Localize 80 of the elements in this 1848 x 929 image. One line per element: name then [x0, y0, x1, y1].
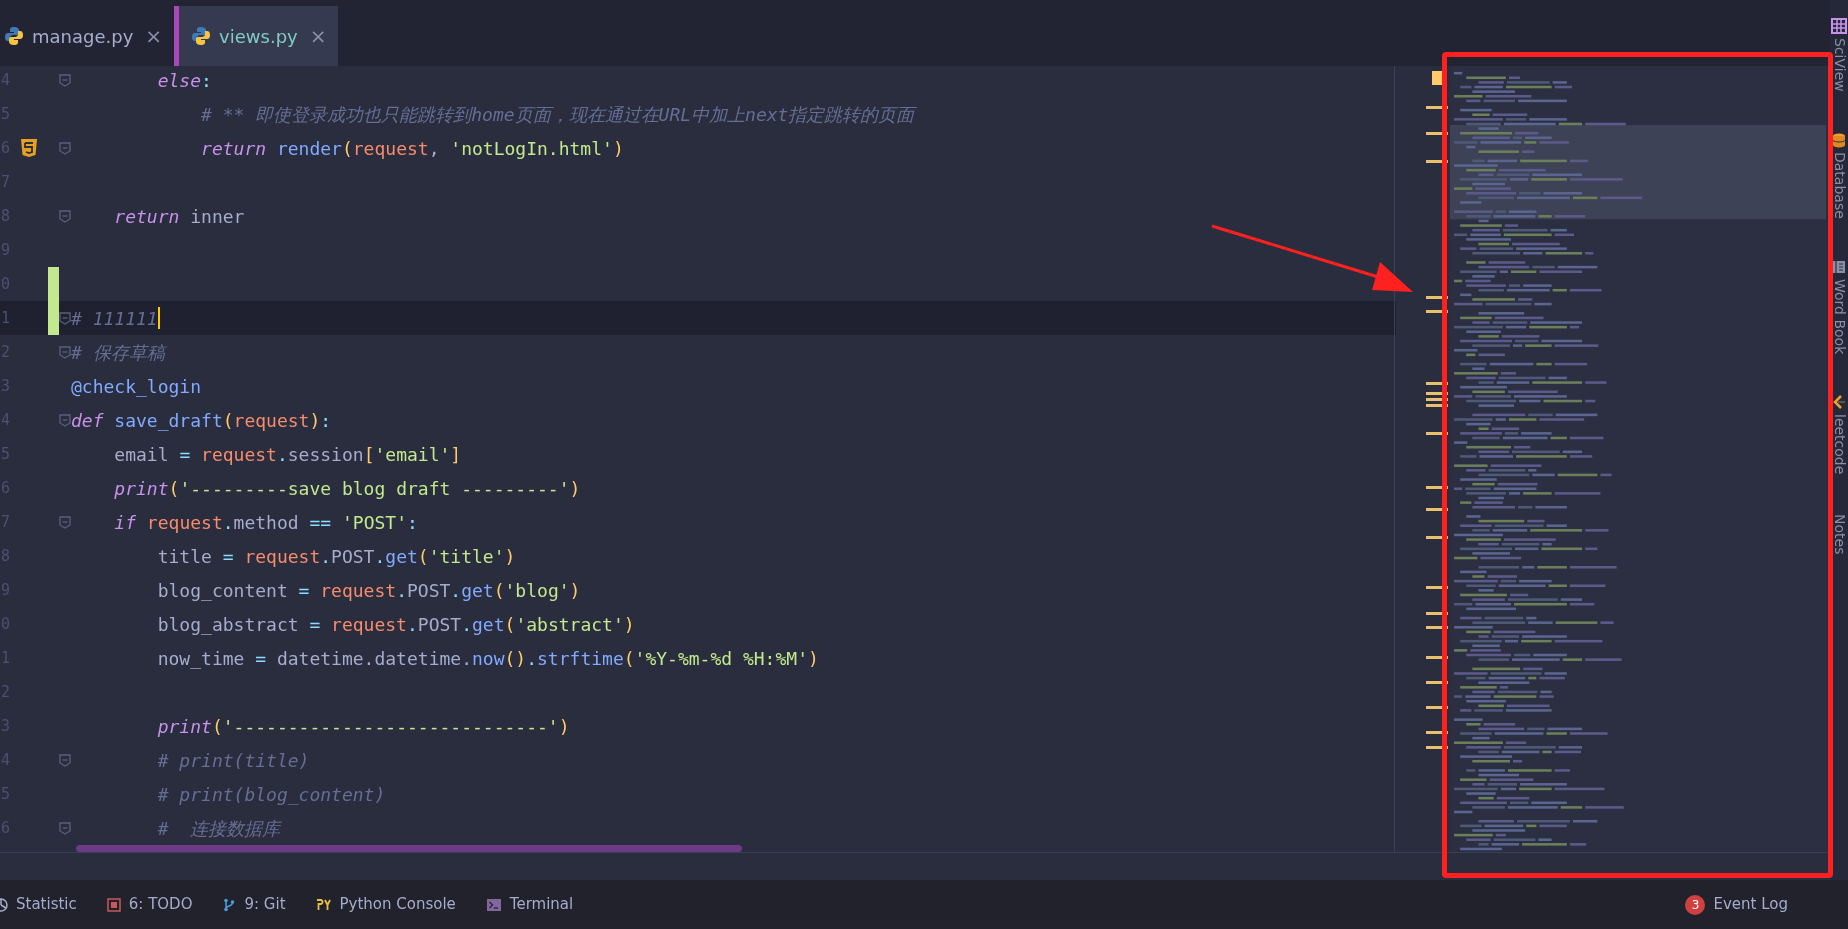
fold-icon[interactable]: [59, 345, 71, 359]
code-line: now_time = datetime.datetime.now().strftime('%Y-%m-%d %H:%M'): [156, 646, 819, 671]
fold-icon[interactable]: [59, 413, 71, 427]
stripe-marker[interactable]: [1426, 508, 1448, 511]
fold-icon[interactable]: [59, 515, 71, 529]
tab-label: views.py: [219, 24, 298, 49]
code-line: title = request.POST.get('title'): [156, 544, 516, 569]
list-icon: [106, 897, 121, 912]
stripe-marker[interactable]: [1426, 382, 1448, 385]
stripe-marker[interactable]: [1426, 106, 1448, 109]
close-icon[interactable]: ×: [309, 21, 327, 51]
tool-window-button[interactable]: Terminal: [485, 893, 574, 916]
change-marker: [48, 267, 59, 301]
stripe-marker[interactable]: [1426, 586, 1448, 589]
tool-window-tab[interactable]: Database: [1828, 151, 1848, 219]
code-line: return render(request, 'notLogIn.html'): [200, 136, 624, 161]
stripe-marker[interactable]: [1426, 392, 1448, 395]
code-line: # print(blog_content): [156, 782, 386, 807]
code-line: blog_abstract = request.POST.get('abstract'): [156, 612, 635, 637]
stripe-marker[interactable]: [1426, 296, 1448, 299]
tool-window-tab[interactable]: SciView: [1828, 38, 1848, 92]
code-line: def save_draft(request):: [71, 408, 332, 433]
stripe-marker[interactable]: [1426, 626, 1448, 629]
stripe-marker[interactable]: [1426, 731, 1448, 734]
stripe-marker[interactable]: [1426, 681, 1448, 684]
change-marker: [48, 301, 59, 335]
tool-window-tab[interactable]: Word Book: [1828, 278, 1848, 354]
text-cursor: [157, 307, 160, 329]
fold-icon[interactable]: [59, 311, 71, 325]
fold-icon[interactable]: [59, 753, 71, 767]
tool-window-button[interactable]: 6: TODO: [106, 893, 193, 916]
python-console-icon: [315, 897, 332, 912]
stripe-marker[interactable]: [1426, 404, 1448, 407]
stripe-marker[interactable]: [1426, 706, 1448, 709]
code-line: else:: [156, 68, 212, 93]
line-number: 1: [0, 307, 10, 329]
stripe-marker[interactable]: [1426, 132, 1448, 135]
notification-badge: 3: [1685, 894, 1706, 915]
tool-window-tab[interactable]: leetcode: [1828, 413, 1848, 475]
terminal-icon: [485, 897, 502, 912]
tool-window-button[interactable]: Statistic: [0, 893, 77, 916]
stripe-marker[interactable]: [1426, 536, 1448, 539]
code-line: blog_content = request.POST.get('blog'): [156, 578, 581, 603]
tool-window-button[interactable]: 9: Git: [222, 893, 286, 916]
stripe-marker[interactable]: [1426, 486, 1448, 489]
stripe-marker[interactable]: [1426, 398, 1448, 401]
editor-tab[interactable]: manage.py ×: [0, 6, 175, 66]
code-line: # 保存草稿: [71, 340, 165, 365]
close-icon[interactable]: ×: [145, 21, 163, 51]
code-line: @check_login: [71, 374, 202, 399]
stripe-marker[interactable]: [1426, 160, 1448, 163]
code-line: # 111111: [71, 306, 160, 331]
tool-window-tab[interactable]: Notes: [1828, 514, 1848, 555]
code-line: email = request.session['email']: [113, 442, 462, 467]
stripe-marker[interactable]: [1426, 432, 1448, 435]
horizontal-scrollbar[interactable]: [76, 845, 742, 852]
stripe-marker[interactable]: [1426, 746, 1448, 749]
event-log-button[interactable]: Event Log: [1713, 893, 1788, 916]
branch-icon: [222, 897, 237, 912]
python-icon: [191, 26, 212, 46]
code-line: print('---------save blog draft ---------'): [113, 476, 581, 501]
code-line: # print(title): [156, 748, 310, 773]
tool-window-button[interactable]: Python Console: [315, 893, 456, 916]
code-line: # 连接数据库: [156, 816, 281, 841]
tab-label: manage.py: [32, 24, 134, 49]
code-line: if request.method == 'POST':: [113, 510, 418, 535]
stripe-marker[interactable]: [1426, 310, 1448, 313]
code-line: print('-----------------------------'): [156, 714, 570, 739]
code-line: return inner: [113, 204, 245, 229]
editor-tab[interactable]: views.py ×: [174, 6, 339, 66]
grid-icon: [1831, 18, 1847, 34]
leetcode-icon: [1831, 393, 1847, 410]
stripe-marker[interactable]: [1426, 612, 1448, 615]
fold-icon[interactable]: [59, 821, 71, 835]
stripe-marker[interactable]: [1426, 656, 1448, 659]
fold-icon[interactable]: [59, 209, 71, 223]
fold-icon[interactable]: [59, 141, 71, 155]
python-icon: [4, 26, 24, 46]
fold-icon[interactable]: [59, 73, 71, 87]
code-line: # ** 即使登录成功也只能跳转到home页面，现在通过在URL中加上next指定跳转的页面: [200, 102, 915, 127]
